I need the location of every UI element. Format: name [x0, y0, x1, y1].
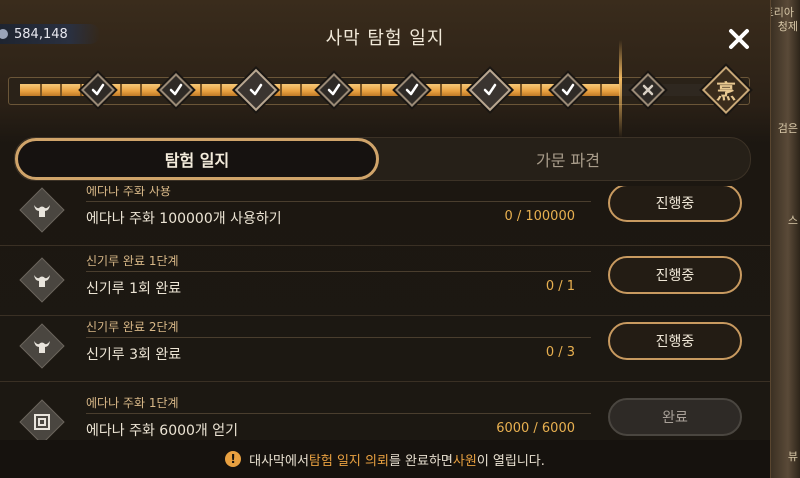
- tab-bar: 탐험 일지 가문 파견: [14, 137, 751, 181]
- footer-text: 이 열립니다.: [476, 453, 545, 469]
- footer-notice: ! 대사막에서 탐험 일지 의뢰 를 완료하면 사원 이 열립니다.: [0, 440, 770, 478]
- progress-glow: [619, 40, 622, 138]
- quest-progress: 0 / 100000: [504, 209, 575, 224]
- silver-coin-icon: [0, 29, 8, 39]
- footer-text: 를 완료하면: [388, 453, 453, 469]
- complete-button[interactable]: 완료: [608, 398, 742, 436]
- track-segment-divider: [460, 84, 462, 96]
- track-segment-divider: [300, 84, 302, 96]
- quest-row: 에다나 주화 사용 에다나 주화 100000개 사용하기 0 / 100000…: [0, 186, 770, 246]
- checkmark-icon: [169, 83, 183, 96]
- quest-description: 신기루 1회 완료: [86, 281, 182, 297]
- quest-description: 신기루 3회 완료: [86, 347, 182, 363]
- quest-description: 에다나 주화 6000개 얻기: [86, 423, 239, 439]
- row-separator: [86, 337, 591, 338]
- quest-category: 신기루 완료 1단계: [86, 254, 179, 268]
- checkmark-icon: [249, 83, 263, 96]
- quest-description: 에다나 주화 100000개 사용하기: [86, 211, 282, 227]
- currency-display: 584,148: [0, 24, 100, 44]
- track-segment-divider: [280, 84, 282, 96]
- quest-progress: 0 / 1: [545, 279, 575, 294]
- footer-text: 대사막에서: [249, 453, 309, 469]
- quest-progress: 6000 / 6000: [496, 421, 575, 436]
- lock-x-icon: [642, 84, 654, 96]
- horned-helmet-icon: [19, 257, 65, 303]
- row-divider: [0, 245, 770, 246]
- background-label: 뷰: [787, 450, 798, 463]
- quest-category: 에다나 주화 사용: [86, 186, 171, 198]
- track-segment-divider: [380, 84, 382, 96]
- in-progress-button[interactable]: 진행중: [608, 322, 742, 360]
- track-segment-divider: [600, 84, 602, 96]
- track-segment-divider: [40, 84, 42, 96]
- milestone-final-node[interactable]: 烹: [701, 65, 751, 115]
- quest-row: 신기루 완료 2단계 신기루 3회 완료 0 / 3 진행중: [0, 316, 770, 382]
- quest-progress: 0 / 3: [545, 345, 575, 360]
- expedition-log-panel: 사막 탐험 일지 烹 탐험 일지 가문 파견 에다나 주화 사용 에다나 주화 …: [0, 0, 771, 478]
- checkmark-icon: [327, 83, 341, 96]
- quest-list[interactable]: 에다나 주화 사용 에다나 주화 100000개 사용하기 0 / 100000…: [0, 186, 770, 440]
- final-reward-glyph: 烹: [716, 79, 736, 104]
- quest-row: 신기루 완료 1단계 신기루 1회 완료 0 / 1 진행중: [0, 250, 770, 316]
- checkmark-icon: [91, 83, 105, 96]
- spiral-coin-icon: [19, 399, 65, 440]
- checkmark-icon: [405, 83, 419, 96]
- track-segment-divider: [140, 84, 142, 96]
- tab-family-dispatch[interactable]: 가문 파견: [386, 138, 750, 180]
- quest-category: 신기루 완료 2단계: [86, 320, 179, 334]
- row-separator: [86, 271, 591, 272]
- track-segment-divider: [200, 84, 202, 96]
- background-scene: 위스트리아 청제 검은 스 뷰: [743, 0, 800, 478]
- track-segment-divider: [440, 84, 442, 96]
- row-separator: [86, 201, 591, 202]
- currency-amount: 584,148: [14, 26, 68, 42]
- panel-title: 사막 탐험 일지: [325, 28, 445, 49]
- quest-category: 에다나 주화 1단계: [86, 396, 179, 410]
- track-segment-divider: [120, 84, 122, 96]
- row-divider: [0, 381, 770, 382]
- track-segment-divider: [540, 84, 542, 96]
- background-label: 검은: [777, 122, 798, 135]
- track-segment-divider: [220, 84, 222, 96]
- track-segment-divider: [60, 84, 62, 96]
- footer-highlight: 사원: [452, 453, 477, 469]
- checkmark-icon: [561, 83, 575, 96]
- horned-helmet-icon: [19, 187, 65, 233]
- close-icon: [729, 29, 749, 49]
- in-progress-button[interactable]: 진행중: [608, 186, 742, 222]
- footer-highlight: 탐험 일지 의뢰: [308, 453, 389, 469]
- in-progress-button[interactable]: 진행중: [608, 256, 742, 294]
- checkmark-icon: [483, 83, 497, 96]
- quest-row: 에다나 주화 1단계 에다나 주화 6000개 얻기 6000 / 6000 완…: [0, 392, 770, 440]
- tab-expedition-log[interactable]: 탐험 일지: [15, 138, 379, 180]
- background-label: 청제: [777, 20, 798, 33]
- track-segment-divider: [360, 84, 362, 96]
- horned-helmet-icon: [19, 323, 65, 369]
- track-segment-divider: [520, 84, 522, 96]
- warning-icon: !: [225, 451, 242, 467]
- background-label: 스: [787, 214, 798, 227]
- expedition-progress-track: 烹: [0, 60, 770, 120]
- close-button[interactable]: [722, 22, 756, 56]
- row-separator: [86, 413, 591, 414]
